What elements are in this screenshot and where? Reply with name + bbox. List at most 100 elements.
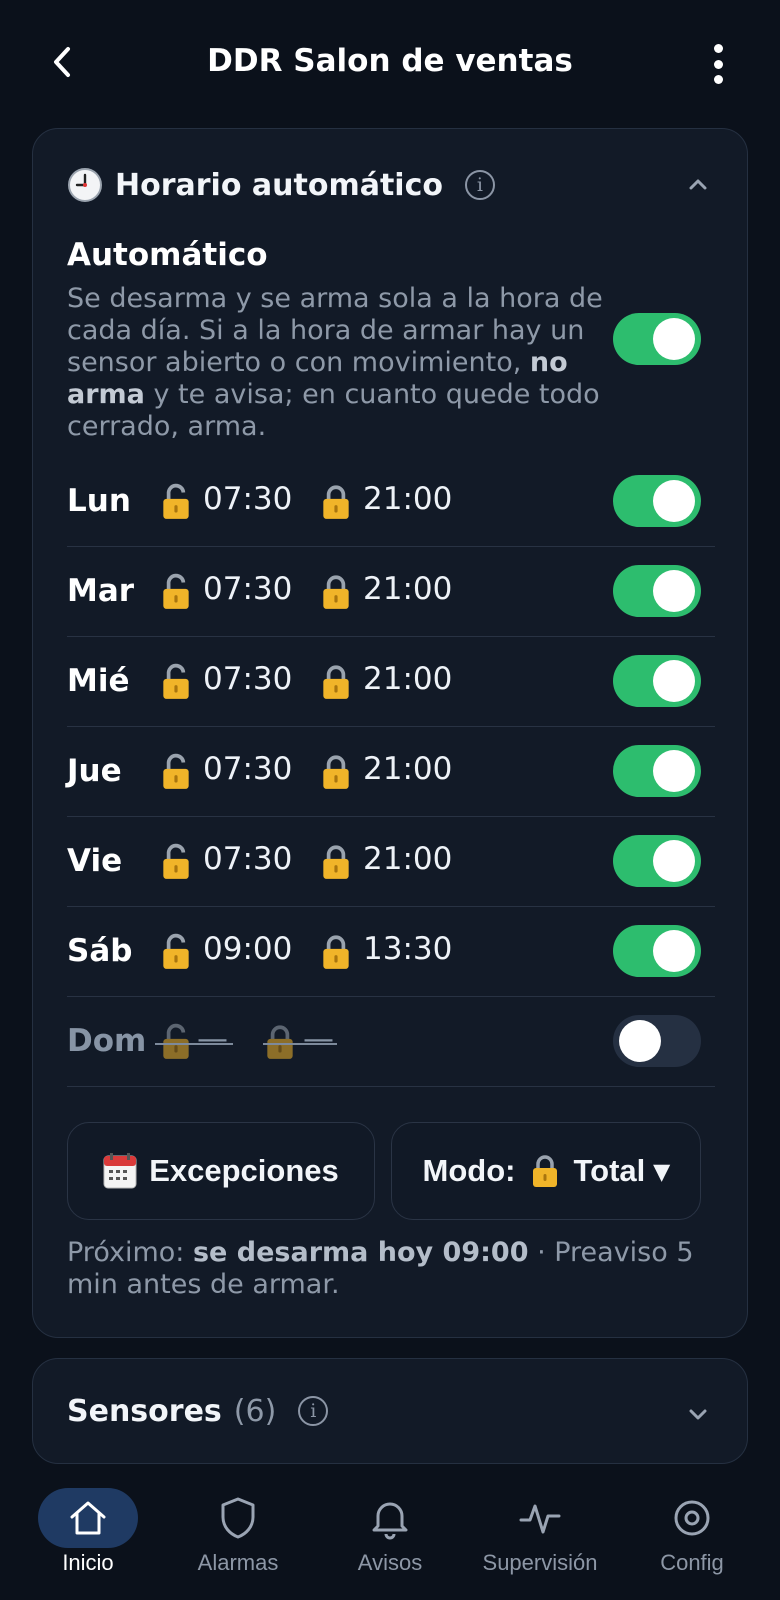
unlock-icon (163, 483, 189, 519)
bottom-navigation: Inicio Alarmas Avisos Supervisión Config (0, 1466, 780, 1600)
disarm-time[interactable]: 07:30 (203, 661, 292, 697)
nav-pill (340, 1488, 440, 1548)
day-row-5: Sáb 09:00 13:30 (67, 907, 715, 997)
sensors-card-header[interactable]: Sensores (6) i (67, 1389, 713, 1433)
automatic-toggle[interactable] (613, 313, 701, 365)
disarm-time[interactable]: 07:30 (203, 841, 292, 877)
calendar-icon (103, 1153, 137, 1189)
more-dot-icon (713, 44, 723, 53)
arm-time[interactable]: 21:00 (363, 481, 452, 517)
nav-item-alarmas[interactable]: Alarmas (168, 1488, 308, 1588)
toggle-knob (653, 930, 695, 972)
sensors-count: (6) (233, 1393, 277, 1429)
automatic-description: Se desarma y se arma sola a la hora de c… (67, 283, 607, 443)
more-dot-icon (713, 75, 723, 84)
disarm-time[interactable]: 07:30 (203, 571, 292, 607)
nav-pill (490, 1488, 590, 1548)
day-name: Mié (67, 663, 130, 699)
day-name: Dom (67, 1023, 147, 1059)
lock-icon (323, 845, 349, 879)
toggle-knob (653, 840, 695, 882)
more-options-button[interactable] (706, 44, 730, 84)
arm-time[interactable]: 21:00 (363, 841, 452, 877)
chevron-down-icon[interactable] (683, 1399, 713, 1429)
lock-icon (323, 935, 349, 969)
arm-time[interactable]: — (303, 1021, 334, 1057)
pulse-icon (519, 1504, 561, 1534)
strike-line (155, 1043, 233, 1045)
page-title: DDR Salon de ventas (207, 43, 573, 79)
day-name: Vie (67, 843, 123, 879)
nav-label: Inicio (62, 1550, 114, 1575)
mode-dropdown[interactable]: Modo: Total ▾ (391, 1122, 701, 1220)
mode-value: Total ▾ (573, 1153, 670, 1188)
toggle-knob (653, 750, 695, 792)
nav-pill (642, 1488, 742, 1548)
lock-icon (323, 485, 349, 519)
disarm-time[interactable]: 07:30 (203, 481, 292, 517)
arm-time[interactable]: 13:30 (363, 931, 452, 967)
nav-item-inicio[interactable]: Inicio (18, 1488, 158, 1588)
day-toggle[interactable] (613, 835, 701, 887)
day-name: Sáb (67, 933, 133, 969)
automatic-title: Automático (67, 237, 268, 273)
day-row-2: Mié 07:30 21:00 (67, 637, 715, 727)
settings-icon (674, 1500, 710, 1536)
schedule-card-header[interactable]: Horario automático i (67, 163, 713, 207)
toggle-knob (619, 1020, 661, 1062)
unlock-icon (163, 753, 189, 789)
toggle-knob (653, 570, 695, 612)
sensors-title: Sensores (67, 1393, 222, 1429)
day-toggle[interactable] (613, 655, 701, 707)
exceptions-button[interactable]: Excepciones (67, 1122, 375, 1220)
disarm-time[interactable]: 07:30 (203, 751, 292, 787)
disarm-time[interactable]: 09:00 (203, 931, 292, 967)
automatic-description-text: Se desarma y se arma sola a la hora de c… (67, 283, 603, 378)
day-name: Mar (67, 573, 135, 609)
info-icon[interactable]: i (298, 1396, 329, 1426)
toggle-knob (653, 480, 695, 522)
sensors-card: Sensores (6) i (32, 1358, 748, 1464)
schedule-title: Horario automático (115, 167, 443, 203)
lock-icon (532, 1155, 557, 1187)
clock-icon (68, 168, 102, 202)
toggle-knob (653, 660, 695, 702)
home-icon (70, 1501, 106, 1535)
nav-label: Config (660, 1550, 724, 1575)
lock-icon (323, 665, 349, 699)
nav-item-avisos[interactable]: Avisos (320, 1488, 460, 1588)
schedule-card: Horario automático i Automático Se desar… (32, 128, 748, 1338)
next-bold: se desarma hoy 09:00 (192, 1237, 529, 1268)
next-prefix: Próximo: (67, 1237, 193, 1268)
day-toggle[interactable] (613, 565, 701, 617)
lock-icon (267, 1025, 293, 1059)
automatic-description-text: y te avisa; en cuanto quede todo cerrado… (67, 379, 600, 442)
strike-line (263, 1043, 337, 1045)
day-name: Jue (67, 753, 122, 789)
unlock-icon (163, 573, 189, 609)
arm-time[interactable]: 21:00 (363, 661, 452, 697)
exceptions-label: Excepciones (149, 1153, 339, 1188)
day-row-3: Jue 07:30 21:00 (67, 727, 715, 817)
day-toggle[interactable] (613, 745, 701, 797)
nav-label: Avisos (357, 1550, 423, 1575)
mode-prefix: Modo: (422, 1153, 516, 1188)
day-toggle[interactable] (613, 475, 701, 527)
next-event-text: Próximo: se desarma hoy 09:00 · Preaviso… (67, 1237, 717, 1301)
day-toggle[interactable] (613, 925, 701, 977)
nav-pill (38, 1488, 138, 1548)
unlock-icon (163, 663, 189, 699)
info-icon[interactable]: i (464, 170, 495, 200)
disarm-time[interactable]: — (197, 1021, 228, 1057)
chevron-up-icon[interactable] (683, 169, 713, 199)
app-header: DDR Salon de ventas (0, 0, 780, 126)
arm-time[interactable]: 21:00 (363, 571, 452, 607)
nav-item-supervision[interactable]: Supervisión (470, 1488, 610, 1588)
day-toggle[interactable] (613, 1015, 701, 1067)
day-row-6: Dom — — (67, 997, 715, 1087)
arm-time[interactable]: 21:00 (363, 751, 452, 787)
bell-icon (372, 1502, 408, 1540)
more-dot-icon (713, 59, 723, 69)
day-row-1: Mar 07:30 21:00 (67, 547, 715, 637)
nav-item-config[interactable]: Config (622, 1488, 762, 1588)
